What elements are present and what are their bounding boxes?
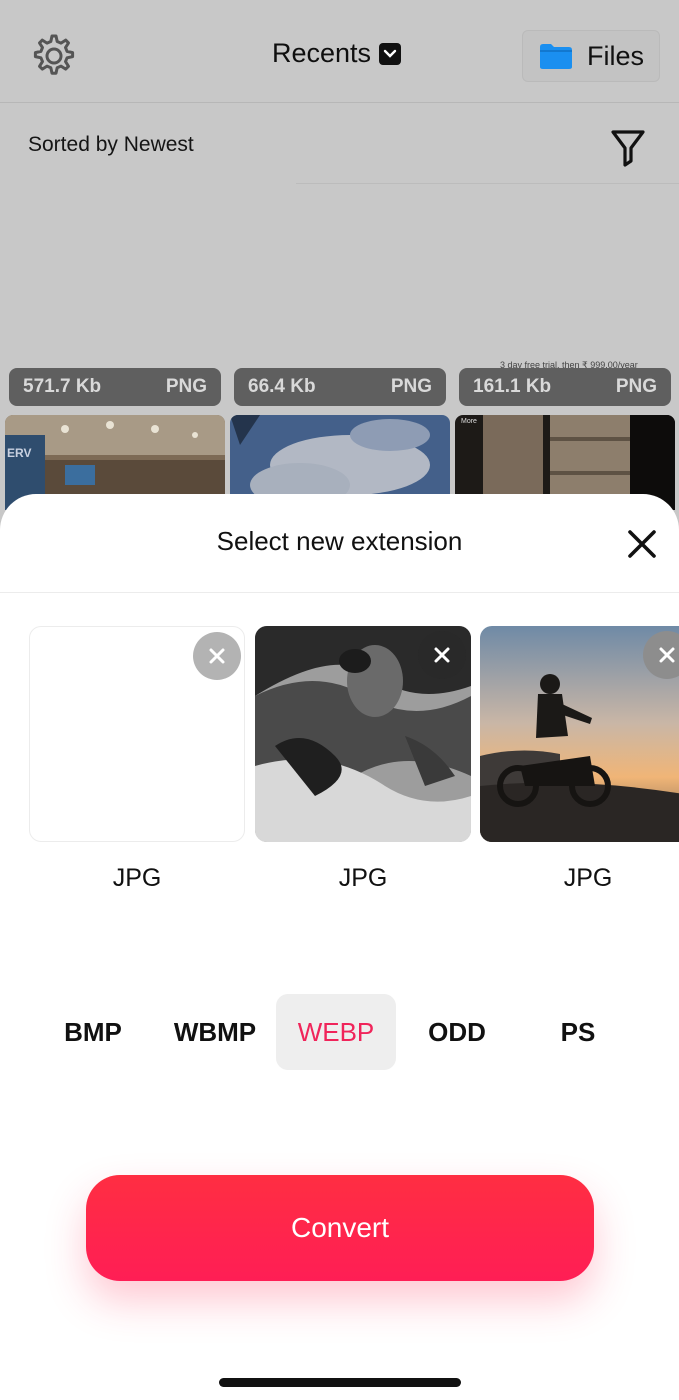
divider [296,183,679,184]
selected-image-card [29,626,245,842]
sort-row: Sorted by Newest [0,103,679,185]
file-size: 161.1 Kb [473,376,552,397]
extension-sheet: Select new extension JPG JPG JPG BMP WBM… [0,494,679,1400]
svg-text:More: More [461,418,477,425]
files-label: Files [587,40,645,71]
close-icon [659,647,675,663]
image-format-label: JPG [338,864,388,892]
remove-image-button[interactable] [418,631,466,679]
sheet-title: Select new extension [216,526,463,556]
svg-text:ERV: ERV [7,446,31,460]
image-format-label: JPG [563,864,613,892]
file-info-chip: 161.1 Kb PNG [459,368,671,406]
home-indicator [219,1378,461,1387]
chevron-down-icon [379,42,402,65]
file-info-chip: 571.7 Kb PNG [9,368,221,406]
remove-image-button[interactable] [193,632,241,680]
close-icon [209,648,225,664]
file-type: PNG [390,376,432,397]
extension-option-bmp[interactable]: BMP [33,994,153,1070]
extension-option-ps[interactable]: PS [518,994,638,1070]
selected-image-card [480,626,679,842]
page-title: Recents [272,38,372,68]
gear-icon[interactable] [28,32,76,80]
folder-icon [540,44,572,69]
selected-image-card [255,626,471,842]
file-type: PNG [615,376,657,397]
extension-option-webp[interactable]: WEBP [276,994,396,1070]
image-format-label: JPG [112,864,162,892]
divider [0,592,679,593]
file-size: 571.7 Kb [23,376,102,397]
top-bar: Recents Files [0,0,679,103]
extension-option-odd[interactable]: ODD [397,994,517,1070]
recents-dropdown[interactable]: Recents [272,38,402,69]
filter-icon[interactable] [610,128,646,168]
file-type: PNG [165,376,207,397]
close-icon [434,647,450,663]
extension-option-wbmp[interactable]: WBMP [155,994,275,1070]
recents-screen: Recents Files Sorted by Newest 3 day fre… [0,0,679,520]
convert-button[interactable]: Convert [86,1175,594,1281]
file-info-chip: 66.4 Kb PNG [234,368,446,406]
close-icon[interactable] [622,524,662,564]
file-size: 66.4 Kb [248,376,316,397]
sort-label[interactable]: Sorted by Newest [28,133,194,157]
files-button[interactable]: Files [522,30,660,82]
